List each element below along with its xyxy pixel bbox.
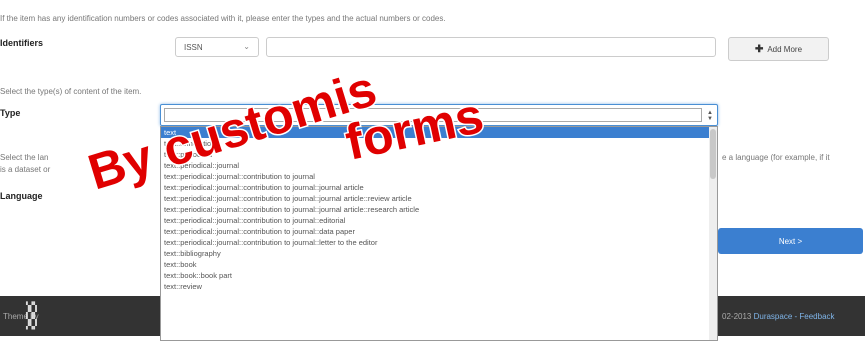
add-more-label: Add More (767, 44, 803, 54)
chevron-down-icon: ▲ ▼ (707, 110, 713, 122)
identifier-value-input[interactable] (266, 37, 716, 57)
type-option[interactable]: text::periodical::journal::contribution … (161, 226, 717, 237)
language-hint-left-2: is a dataset or (0, 165, 51, 174)
type-option[interactable]: text::periodical::journal (161, 160, 717, 171)
type-select[interactable]: ▲ ▼ (160, 104, 718, 126)
type-label: Type (0, 108, 21, 118)
identifier-qualifier-select[interactable]: ISSN ⌄ (175, 37, 259, 57)
dropdown-scrollbar-thumb[interactable] (710, 129, 716, 179)
type-option[interactable]: text::periodical::journal::contribution … (161, 204, 717, 215)
next-button[interactable]: Next > (718, 228, 863, 254)
type-option[interactable]: text::book (161, 259, 717, 270)
submission-form-page: If the item has any identification numbe… (0, 0, 865, 341)
identifiers-label: Identifiers (0, 38, 44, 48)
type-select-filter[interactable] (164, 108, 702, 122)
plus-icon: ✚ (754, 43, 764, 55)
type-option[interactable]: text::periodical::journal::contribution … (161, 215, 717, 226)
footer-copyright: 02-2013 Duraspace - Feedback (722, 312, 835, 321)
type-option[interactable]: text::book::book part (161, 270, 717, 281)
copyright-text: 02-2013 (722, 312, 752, 321)
type-option[interactable]: text (161, 127, 717, 138)
identifier-qualifier-value: ISSN (184, 43, 203, 52)
language-label: Language (0, 191, 43, 201)
duraspace-feedback-link[interactable]: Duraspace - Feedback (754, 312, 835, 321)
type-hint: Select the type(s) of content of the ite… (0, 87, 142, 96)
identifiers-hint: If the item has any identification numbe… (0, 14, 446, 23)
chevron-down-icon: ⌄ (243, 42, 250, 51)
type-option[interactable]: text::periodical (161, 149, 717, 160)
language-hint-right: e a language (for example, if it (722, 153, 830, 162)
language-hint-left: Select the lan (0, 153, 49, 162)
type-option[interactable]: text::periodical::journal::contribution … (161, 237, 717, 248)
type-option[interactable]: text::periodical::journal::contribution … (161, 171, 717, 182)
dropdown-scrollbar[interactable] (709, 127, 717, 340)
type-option[interactable]: text::periodical::journal::contribution … (161, 193, 717, 204)
type-option[interactable]: text::bibliography (161, 248, 717, 259)
type-option[interactable]: text::review (161, 281, 717, 292)
type-option[interactable]: text::annotation (161, 138, 717, 149)
type-option[interactable]: text::periodical::journal::contribution … (161, 182, 717, 193)
type-options-list[interactable]: text text::annotation text::periodical text… (160, 126, 718, 341)
add-more-button[interactable]: ✚ Add More (728, 37, 829, 61)
cineca-logo-icon: ▚▞▚ ▞▚▞ ▚▞▚ ▞▚▞ (26, 302, 37, 330)
